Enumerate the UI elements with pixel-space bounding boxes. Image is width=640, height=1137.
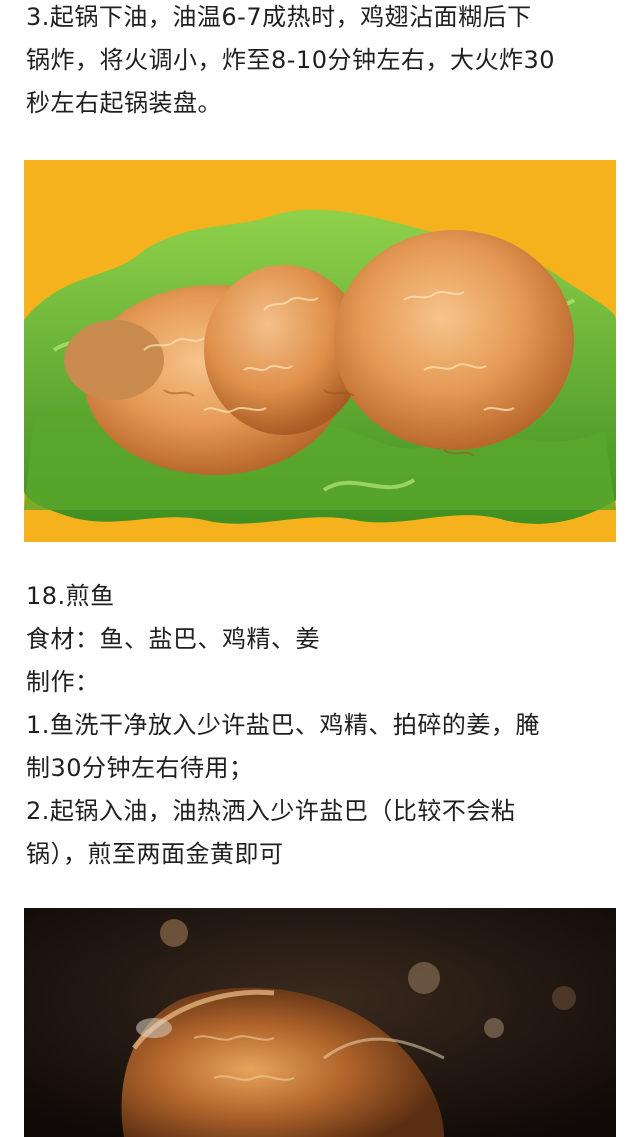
step-3-text: 3.起锅下油，油温6-7成热时，鸡翅沾面糊后下 锅炸，将火调小，炸至8-10分钟… — [26, 0, 618, 125]
method-step-line: 锅），煎至两面金黄即可 — [26, 840, 284, 868]
fried-chicken-photo — [24, 160, 616, 542]
recipe-18-text: 18.煎鱼 食材：鱼、盐巴、鸡精、姜 制作： 1.鱼洗干净放入少许盐巴、鸡精、拍… — [26, 575, 618, 876]
method-step-line: 2.起锅入油，油热洒入少许盐巴（比较不会粘 — [26, 797, 516, 825]
step-3-line: 秒左右起锅装盘。 — [26, 89, 222, 117]
method-step-line: 1.鱼洗干净放入少许盐巴、鸡精、拍碎的姜，腌 — [26, 711, 540, 739]
fried-fish-photo — [24, 908, 616, 1137]
method-label: 制作： — [26, 668, 100, 696]
method-step-line: 制30分钟左右待用； — [26, 754, 254, 782]
step-3-line: 3.起锅下油，油温6-7成热时，鸡翅沾面糊后下 — [26, 3, 532, 31]
recipe-title: 18.煎鱼 — [26, 582, 115, 610]
ingredients-line: 食材：鱼、盐巴、鸡精、姜 — [26, 625, 320, 653]
step-3-line: 锅炸，将火调小，炸至8-10分钟左右，大火炸30 — [26, 46, 556, 74]
